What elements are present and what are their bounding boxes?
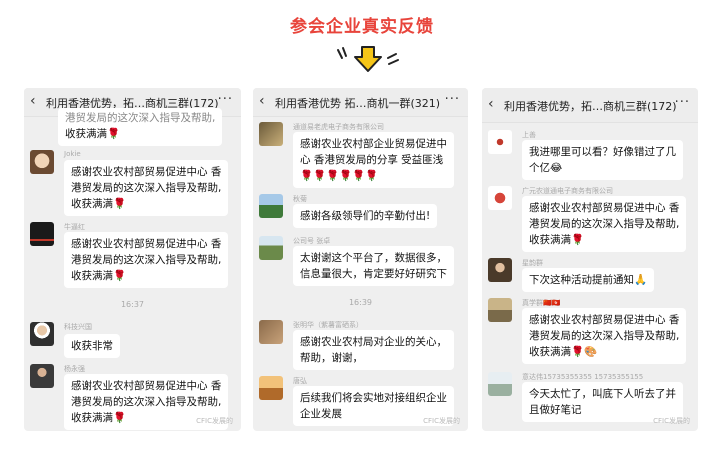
avatar[interactable]: [30, 222, 54, 246]
avatar[interactable]: [259, 194, 283, 218]
sender-name: 秋菊: [293, 195, 307, 203]
timestamp: 16:37: [120, 300, 145, 309]
sender-name: 真学群🇨🇳🇭🇰: [522, 299, 561, 307]
more-options-icon[interactable]: ···: [218, 92, 233, 107]
avatar[interactable]: [488, 186, 512, 210]
sender-name: 张明华（紫薯富硒系）: [293, 321, 363, 329]
page-title: 参会企业真实反馈: [290, 17, 434, 37]
message-bubble: 感谢各级领导们的辛勤付出!: [293, 204, 438, 228]
avatar[interactable]: [259, 122, 283, 146]
down-arrow-icon: [332, 44, 404, 74]
sender-name: 唐弘: [293, 377, 307, 385]
avatar[interactable]: [488, 130, 512, 154]
message-bubble: 感谢农业农村部贸易促进中心 香 港贸发局的这次深入指导及帮助, 收获满满🌹: [64, 232, 229, 288]
message-bubble: 港贸发局的这次深入指导及帮助, 收获满满🌹: [58, 108, 223, 146]
sender-name: 上善: [522, 131, 536, 139]
chat-panel-2: ‹ 利用香港优势 拓…商机一群(321) ··· 通道易老虎电子商务有限公司 感…: [253, 88, 468, 431]
chat-title: 利用香港优势 拓…商机一群(321): [275, 97, 441, 110]
avatar[interactable]: [30, 364, 54, 388]
chat-panel-1: ‹ 利用香港优势，拓…商机三群(172) ··· 港贸发局的这次深入指导及帮助,…: [24, 88, 241, 431]
back-arrow-icon[interactable]: ‹: [259, 93, 265, 109]
more-options-icon[interactable]: ···: [675, 95, 690, 110]
avatar[interactable]: [30, 322, 54, 346]
message-bubble: 感谢农业农村部贸易促进中心 香 港贸发局的这次深入指导及帮助, 收获满满🌹: [64, 160, 229, 216]
watermark: CFIC发展的: [653, 417, 690, 425]
sender-name: 意达伟15735355355 15735355155: [522, 373, 644, 381]
message-bubble: 感谢农业农村局对企业的关心， 帮助，谢谢，: [293, 330, 454, 370]
timestamp: 16:39: [348, 298, 373, 307]
sender-name: 公司号 张卓: [293, 237, 331, 245]
more-options-icon[interactable]: ···: [445, 92, 460, 107]
avatar[interactable]: [30, 150, 54, 174]
sender-name: 牛逼红: [64, 223, 85, 231]
avatar[interactable]: [488, 372, 512, 396]
avatar[interactable]: [488, 298, 512, 322]
sender-name: 星韵群: [522, 259, 543, 267]
chat-header: ‹ 利用香港优势，拓…商机三群(172) ···: [482, 88, 698, 123]
message-bubble: 感谢农业农村部贸易促进中心 香 港贸发局的这次深入指导及帮助, 收获满满🌹🎨: [522, 308, 687, 364]
message-bubble: 感谢农业农村部贸易促进中心 香 港贸发局的这次深入指导及帮助, 收获满满🌹: [522, 196, 687, 252]
sender-name: 通道易老虎电子商务有限公司: [293, 123, 384, 131]
avatar[interactable]: [488, 258, 512, 282]
chat-header: ‹ 利用香港优势 拓…商机一群(321) ···: [253, 88, 468, 117]
avatar[interactable]: [259, 320, 283, 344]
chat-panel-3: ‹ 利用香港优势，拓…商机三群(172) ··· 上善 我进哪里可以看？好像错过…: [482, 88, 698, 431]
sender-name: 广元农道通电子商务有限公司: [522, 187, 613, 195]
message-bubble: 收获非常: [64, 334, 120, 358]
avatar[interactable]: [259, 236, 283, 260]
watermark: CFIC发展的: [196, 417, 233, 425]
message-bubble: 下次这种活动提前通知🙏: [522, 268, 655, 292]
avatar[interactable]: [259, 376, 283, 400]
chat-title: 利用香港优势，拓…商机三群(172): [504, 100, 677, 113]
back-arrow-icon[interactable]: ‹: [488, 96, 494, 112]
watermark: CFIC发展的: [423, 417, 460, 425]
sender-name: 科技兴国: [64, 323, 92, 331]
message-bubble: 我进哪里可以看？好像错过了几 个亿😂: [522, 140, 683, 180]
message-bubble: 感谢农业农村部企业贸易促进中 心 香港贸发局的分享 受益匪浅 🌹🌹🌹🌹🌹🌹: [293, 132, 454, 188]
sender-name: Jokie: [64, 150, 81, 158]
back-arrow-icon[interactable]: ‹: [30, 93, 36, 109]
message-bubble: 太谢谢这个平台了，数据很多， 信息量很大，肯定要好好研究下: [293, 246, 454, 286]
sender-name: 杨永强: [64, 365, 85, 373]
